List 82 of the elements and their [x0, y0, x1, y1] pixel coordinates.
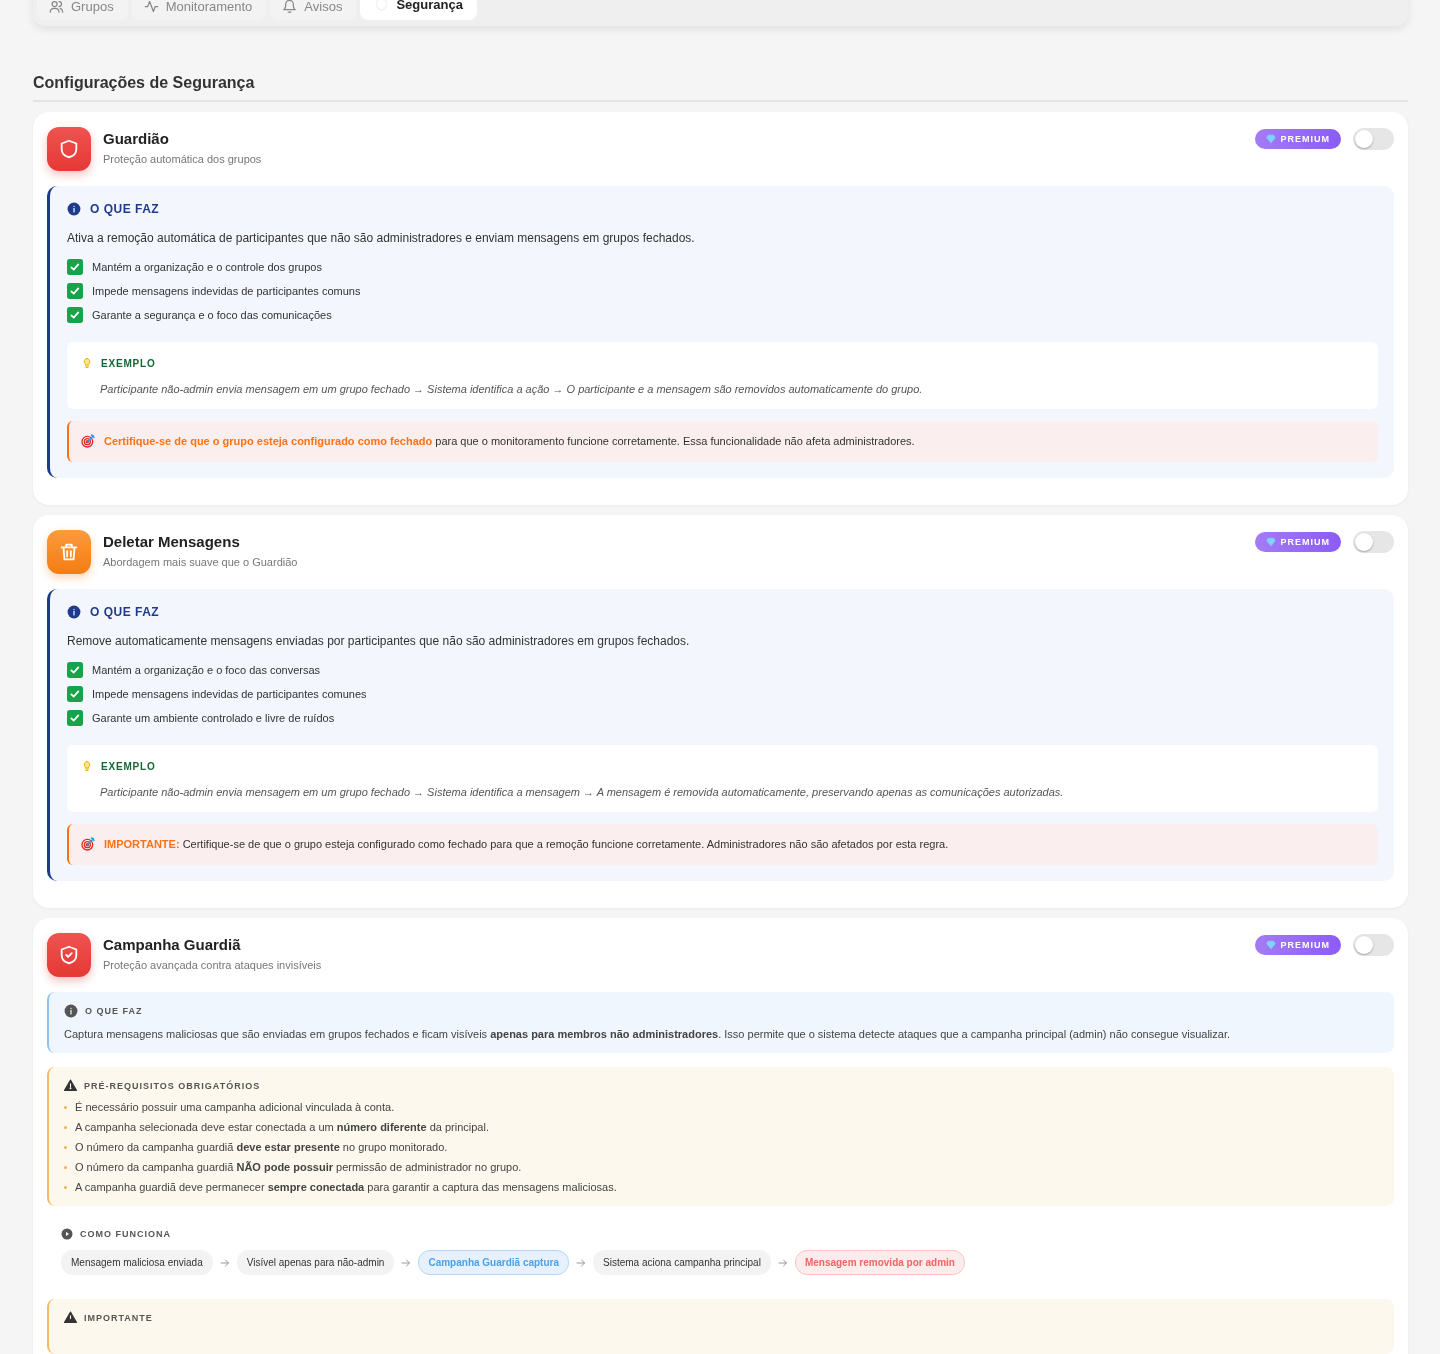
shield-icon: [47, 127, 91, 171]
tab[interactable]: Segurança: [360, 0, 477, 20]
feature-subtitle: Proteção avançada contra ataques invisíveis: [103, 959, 323, 971]
panel-heading: O QUE FAZ: [85, 1006, 143, 1016]
lightbulb-icon: [81, 356, 93, 370]
example-heading: EXEMPLO: [101, 760, 156, 772]
benefit-text: Garante a segurança e o foco das comunicações: [92, 309, 332, 321]
flow-step: Mensagem removida por admin: [794, 1250, 965, 1275]
requirement-text: É necessário possuir uma campanha adicional vinculada à conta.: [75, 1101, 395, 1113]
lightbulb-icon: [81, 759, 93, 773]
panel-heading: O QUE FAZ: [90, 605, 160, 619]
arrow-right-icon: [575, 1256, 587, 1269]
panel-heading: PRÉ-REQUISITOS OBRIGATÓRIOS: [84, 1080, 261, 1091]
bullet-icon: [64, 1165, 67, 1169]
requirement-text: O número da campanha guardiã NÃO pode possuir permissão de administrador no grupo.: [75, 1161, 522, 1173]
checkmark-icon: [67, 283, 83, 299]
example-text: Participante não-admin envia mensagem em um grupo fechado → Sistema identifica a ação → O participante e a mensagem são removidos automaticamente do grupo.: [100, 383, 924, 395]
checkmark-icon: [67, 710, 83, 726]
trash-icon: [47, 530, 91, 574]
info-icon: [67, 202, 81, 216]
checkmark-icon: [67, 662, 83, 678]
benefit-text: Garante um ambiente controlado e livre de ruídos: [92, 712, 335, 724]
benefit-text: Mantém a organização e o controle dos grupos: [92, 261, 322, 273]
feature-title: Deletar Mensagens: [103, 533, 241, 550]
warning-text: IMPORTANTE: Certifique-se de que o grupo esteja configurado como fechado para que a remoção funcione corretamente. Administradores não são afetados por esta regra.: [104, 838, 949, 850]
example-text: Participante não-admin envia mensagem em um grupo fechado → Sistema identifica a mensagem → A mensagem é removida automaticamente, preservando apenas as comunicações autorizadas.: [100, 786, 1065, 798]
bell-icon: [282, 0, 298, 14]
info-icon: [64, 1004, 78, 1018]
feature-subtitle: Proteção automática dos grupos: [103, 153, 263, 165]
checkmark-icon: [67, 259, 83, 275]
shield-check-icon: [47, 933, 91, 977]
toggle-switch[interactable]: [1353, 128, 1394, 150]
example-heading: EXEMPLO: [101, 357, 156, 369]
checkmark-icon: [67, 686, 83, 702]
premium-badge: PREMIUM: [1254, 935, 1341, 955]
bullet-icon: [64, 1145, 67, 1149]
feature-title: Campanha Guardiã: [103, 936, 242, 953]
play-icon: [61, 1228, 73, 1240]
bullet-icon: [64, 1105, 67, 1109]
requirement-text: A campanha guardiã deve permanecer sempre conectada para garantir a captura das mensagens maliciosas.: [75, 1181, 617, 1193]
pulse-icon: [143, 0, 159, 14]
arrow-right-icon: [218, 1256, 231, 1269]
benefit-text: Mantém a organização e o foco das conversas: [92, 664, 321, 676]
bullet-icon: [64, 1185, 67, 1189]
premium-badge: PREMIUM: [1254, 129, 1341, 149]
description-text: Remove automaticamente mensagens enviadas por participantes que não são administradores em grupos fechados.: [67, 634, 691, 648]
benefit-text: Impede mensagens indevidas de participantes comuns: [92, 285, 361, 297]
tab[interactable]: Monitoramento: [131, 0, 267, 20]
tab[interactable]: Grupos: [37, 0, 128, 20]
requirement-text: A campanha selecionada deve estar conectada a um número diferente da principal.: [75, 1121, 489, 1133]
users-icon: [49, 0, 64, 14]
description-text: Ativa a remoção automática de participantes que não são administradores e enviam mensagens em grupos fechados.: [67, 231, 696, 245]
flow-step: Mensagem maliciosa enviada: [61, 1250, 213, 1275]
warning-icon: [64, 1079, 77, 1092]
requirement-text: O número da campanha guardiã deve estar presente no grupo monitorado.: [75, 1141, 448, 1153]
feature-subtitle: Abordagem mais suave que o Guardião: [103, 556, 299, 568]
flow-step: Visível apenas para não-admin: [236, 1250, 395, 1275]
arrow-right-icon: [776, 1256, 789, 1269]
tab[interactable]: Avisos: [270, 0, 357, 20]
target-icon: [80, 836, 96, 852]
gem-icon: [1265, 537, 1276, 547]
warning-icon: [64, 1311, 77, 1324]
flow-step: Campanha Guardiã captura: [418, 1250, 569, 1275]
benefit-text: Impede mensagens indevidas de participantes comunes: [92, 688, 367, 700]
gem-icon: [1265, 134, 1276, 144]
toggle-switch[interactable]: [1353, 934, 1394, 956]
premium-badge: PREMIUM: [1254, 532, 1341, 552]
bullet-icon: [64, 1125, 67, 1129]
feature-title: Guardião: [103, 130, 170, 147]
panel-heading: IMPORTANTE: [84, 1312, 153, 1323]
section-title: Configurações de Segurança: [33, 74, 1408, 102]
toggle-switch[interactable]: [1353, 531, 1394, 553]
checkmark-icon: [67, 307, 83, 323]
section-heading: COMO FUNCIONA: [80, 1229, 171, 1239]
flow-step: Sistema aciona campanha principal: [593, 1250, 771, 1275]
gem-icon: [1265, 940, 1276, 950]
panel-heading: O QUE FAZ: [90, 202, 160, 216]
arrow-right-icon: [400, 1256, 413, 1269]
description-text: Captura mensagens maliciosas que são enviadas em grupos fechados e ficam visíveis apenas para membros não administradores. Isso permite que o sistema detecte ataques que a campanha principal (admin) não consegue visualizar.: [64, 1028, 1231, 1040]
info-icon: [67, 605, 81, 619]
warning-text: Certifique-se de que o grupo esteja configurado como fechado para que o monitoramento funcione corretamente. Essa funcionalidade não afeta administradores.: [104, 435, 915, 447]
target-icon: [80, 433, 96, 449]
